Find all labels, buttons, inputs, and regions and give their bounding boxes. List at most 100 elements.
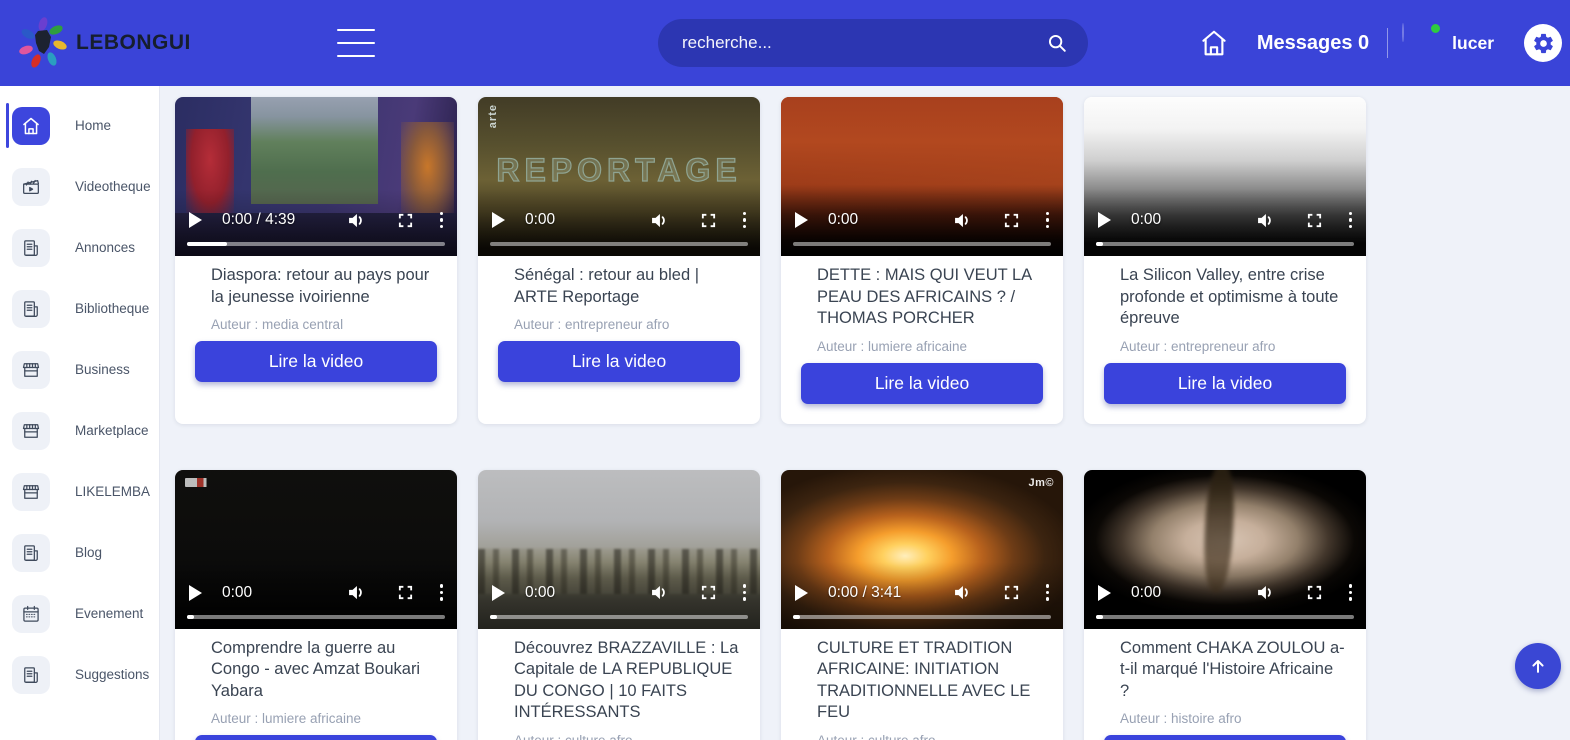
- scroll-to-top-button[interactable]: [1515, 643, 1561, 689]
- sidebar-item-label: Annonces: [75, 240, 135, 255]
- sidebar-item-videotheque[interactable]: Videotheque: [0, 156, 159, 217]
- video-player[interactable]: 0:00: [1084, 470, 1366, 629]
- username-link[interactable]: lucer: [1452, 33, 1494, 54]
- volume-icon[interactable]: [952, 210, 973, 231]
- top-navbar: LEBONGUI Messages 0 lucer: [0, 0, 1570, 86]
- sidebar-item-label: Evenement: [75, 606, 143, 621]
- messages-link[interactable]: Messages 0: [1257, 32, 1369, 55]
- video-time: 0:00: [222, 584, 252, 602]
- calendar-icon: [12, 595, 50, 633]
- play-icon[interactable]: [492, 585, 505, 601]
- main-content: 0:00 / 4:39 Diaspora: retour au pays pou…: [160, 86, 1570, 740]
- video-card: 0:00 Comment CHAKA ZOULOU a-t-il marqué …: [1084, 470, 1366, 740]
- play-icon[interactable]: [189, 585, 202, 601]
- play-icon[interactable]: [795, 585, 808, 601]
- storefront-icon: [12, 412, 50, 450]
- video-progress-bar[interactable]: [793, 615, 1051, 619]
- video-title: Comment CHAKA ZOULOU a-t-il marqué l'His…: [1120, 638, 1346, 703]
- play-video-button[interactable]: Lire la video: [195, 341, 437, 382]
- more-options-icon[interactable]: [743, 584, 747, 601]
- sidebar-item-label: Blog: [75, 545, 102, 560]
- brand-name: LEBONGUI: [76, 31, 191, 55]
- video-progress-bar[interactable]: [490, 615, 748, 619]
- search-input[interactable]: [682, 33, 1044, 53]
- sidebar-item-marketplace[interactable]: Marketplace: [0, 400, 159, 461]
- volume-icon[interactable]: [346, 582, 367, 603]
- video-title: La Silicon Valley, entre crise profonde …: [1120, 265, 1346, 330]
- play-video-button[interactable]: Lire la video: [1104, 735, 1346, 740]
- video-time: 0:00: [1131, 211, 1161, 229]
- brand[interactable]: LEBONGUI: [18, 17, 191, 69]
- more-options-icon[interactable]: [1349, 212, 1353, 229]
- play-icon[interactable]: [1098, 212, 1111, 228]
- volume-icon[interactable]: [1255, 582, 1276, 603]
- more-options-icon[interactable]: [440, 212, 444, 229]
- video-progress-bar[interactable]: [1096, 242, 1354, 246]
- play-icon[interactable]: [189, 212, 202, 228]
- search-icon[interactable]: [1044, 30, 1070, 56]
- volume-icon[interactable]: [649, 582, 670, 603]
- fullscreen-icon[interactable]: [700, 584, 717, 601]
- arrow-up-icon: [1528, 656, 1548, 676]
- sidebar-item-label: Videotheque: [75, 179, 151, 194]
- sidebar-item-bibliotheque[interactable]: Bibliotheque: [0, 278, 159, 339]
- sidebar-item-label: LIKELEMBA: [75, 484, 150, 499]
- video-author: Auteur : lumiere africaine: [817, 339, 1043, 354]
- video-progress-bar[interactable]: [1096, 615, 1354, 619]
- sidebar-item-evenement[interactable]: Evenement: [0, 583, 159, 644]
- more-options-icon[interactable]: [743, 212, 747, 229]
- video-card: arte REPORTAGE 0:00 Sénégal : retour au …: [478, 97, 760, 424]
- video-progress-bar[interactable]: [490, 242, 748, 246]
- sidebar-item-blog[interactable]: Blog: [0, 522, 159, 583]
- sidebar-item-home[interactable]: Home: [0, 95, 159, 156]
- sidebar-item-suggestions[interactable]: Suggestions: [0, 644, 159, 705]
- more-options-icon[interactable]: [1046, 584, 1050, 601]
- hamburger-icon[interactable]: [337, 29, 375, 57]
- video-progress-bar[interactable]: [793, 242, 1051, 246]
- fullscreen-icon[interactable]: [1003, 212, 1020, 229]
- fullscreen-icon[interactable]: [1306, 584, 1323, 601]
- navbar-right-cluster: Messages 0 lucer: [1199, 0, 1562, 86]
- video-player[interactable]: arte REPORTAGE 0:00: [478, 97, 760, 256]
- play-icon[interactable]: [795, 212, 808, 228]
- more-options-icon[interactable]: [1349, 584, 1353, 601]
- video-title: DETTE : MAIS QUI VEUT LA PEAU DES AFRICA…: [817, 265, 1043, 330]
- play-video-button[interactable]: Lire la video: [1104, 363, 1346, 404]
- fullscreen-icon[interactable]: [1003, 584, 1020, 601]
- video-progress-bar[interactable]: [187, 615, 445, 619]
- avatar[interactable]: [1402, 24, 1440, 62]
- volume-icon[interactable]: [1255, 210, 1276, 231]
- volume-icon[interactable]: [952, 582, 973, 603]
- play-video-button[interactable]: Lire la video: [801, 363, 1043, 404]
- volume-icon[interactable]: [346, 210, 367, 231]
- video-title: Sénégal : retour au bled | ARTE Reportag…: [514, 265, 740, 308]
- video-player[interactable]: 0:00: [478, 470, 760, 629]
- play-icon[interactable]: [1098, 585, 1111, 601]
- video-progress-bar[interactable]: [187, 242, 445, 246]
- volume-icon[interactable]: [649, 210, 670, 231]
- video-time: 0:00 / 3:41: [828, 584, 901, 602]
- video-player[interactable]: 0:00: [175, 470, 457, 629]
- fullscreen-icon[interactable]: [700, 212, 717, 229]
- sidebar-item-annonces[interactable]: Annonces: [0, 217, 159, 278]
- settings-button[interactable]: [1524, 24, 1562, 62]
- video-player[interactable]: 0:00: [1084, 97, 1366, 256]
- video-player[interactable]: 0:00: [781, 97, 1063, 256]
- play-video-button[interactable]: Lire la video: [498, 341, 740, 382]
- fullscreen-icon[interactable]: [397, 584, 414, 601]
- video-card: Jm© 0:00 / 3:41 CULTURE ET TRADITION AFR…: [781, 470, 1063, 740]
- video-player[interactable]: Jm© 0:00 / 3:41: [781, 470, 1063, 629]
- sidebar: Home Videotheque Annonces Bibliotheque B…: [0, 86, 160, 740]
- play-icon[interactable]: [492, 212, 505, 228]
- home-icon[interactable]: [1199, 28, 1229, 58]
- fullscreen-icon[interactable]: [1306, 212, 1323, 229]
- fullscreen-icon[interactable]: [397, 212, 414, 229]
- sidebar-item-business[interactable]: Business: [0, 339, 159, 400]
- video-player[interactable]: 0:00 / 4:39: [175, 97, 457, 256]
- more-options-icon[interactable]: [1046, 212, 1050, 229]
- play-video-button[interactable]: Lire la video: [195, 735, 437, 740]
- video-author: Auteur : histoire afro: [1120, 711, 1346, 726]
- more-options-icon[interactable]: [440, 584, 444, 601]
- sidebar-item-likelemba[interactable]: LIKELEMBA: [0, 461, 159, 522]
- sidebar-item-label: Suggestions: [75, 667, 149, 682]
